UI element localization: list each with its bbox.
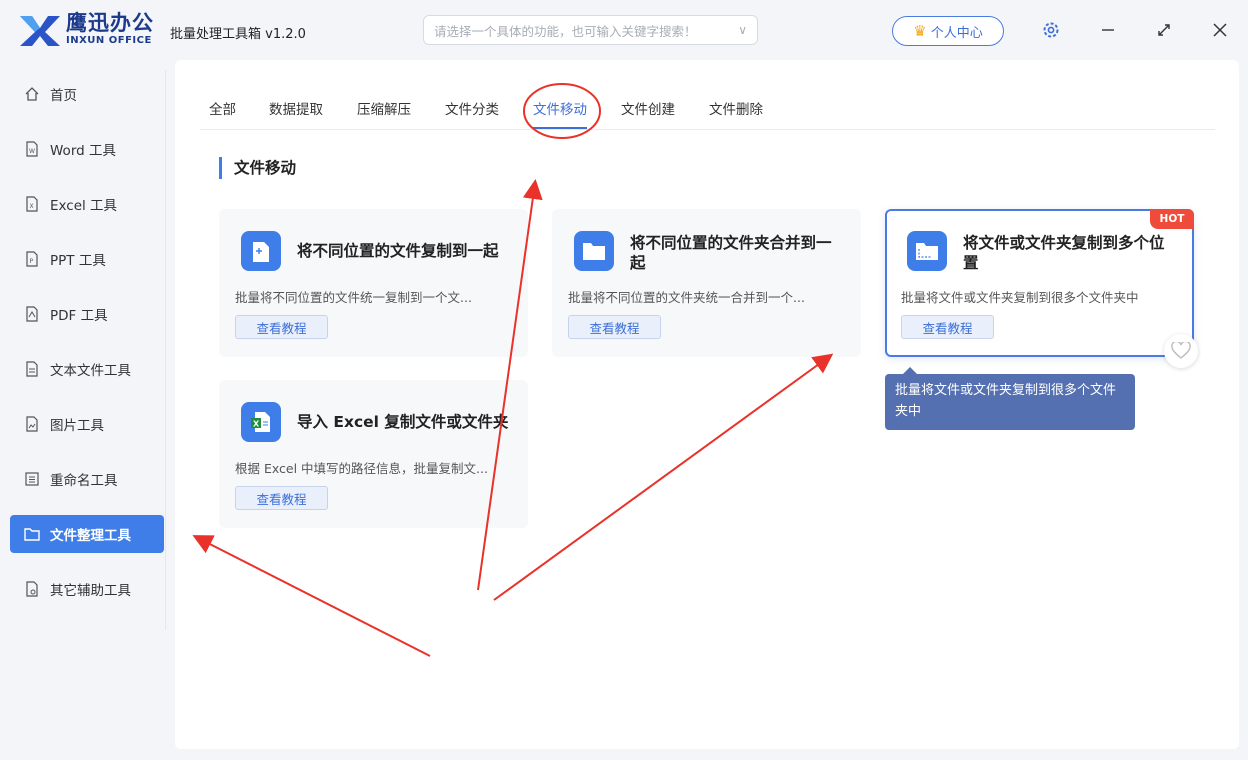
sidebar-item-ppt[interactable]: P PPT 工具 xyxy=(10,240,164,278)
sidebar-item-home[interactable]: 首页 xyxy=(10,75,164,113)
sidebar: 首页 W Word 工具 X Excel 工具 P PPT 工具 PDF 工具 … xyxy=(0,60,172,760)
minimize-button[interactable] xyxy=(1096,18,1120,42)
tool-card-copy-files[interactable]: 将不同位置的文件复制到一起 批量将不同位置的文件统一复制到一个文... 查看教程 xyxy=(219,209,528,357)
excel-import-icon: X xyxy=(241,402,281,442)
sidebar-item-label: 重命名工具 xyxy=(50,473,118,489)
word-file-icon: W xyxy=(26,141,38,157)
sidebar-item-label: Word 工具 xyxy=(50,143,116,159)
sidebar-item-pdf[interactable]: PDF 工具 xyxy=(10,295,164,333)
sidebar-item-file-organize[interactable]: 文件整理工具 xyxy=(10,515,164,553)
folder-copy-icon xyxy=(907,231,947,271)
close-button[interactable] xyxy=(1208,18,1232,42)
svg-text:W: W xyxy=(29,148,35,155)
search-input[interactable]: 请选择一个具体的功能，也可输入关键字搜索！ ∨ xyxy=(423,15,758,45)
heart-icon xyxy=(1171,342,1191,359)
tab-compress[interactable]: 压缩解压 xyxy=(357,98,411,118)
user-center-button[interactable]: ♛ 个人中心 xyxy=(892,16,1004,46)
card-description: 根据 Excel 中填写的路径信息，批量复制文... xyxy=(235,461,488,476)
card-description: 批量将文件或文件夹复制到很多个文件夹中 xyxy=(901,290,1139,305)
file-copy-icon xyxy=(241,231,281,271)
svg-text:X: X xyxy=(253,420,260,429)
view-tutorial-button[interactable]: 查看教程 xyxy=(901,315,994,339)
gear-icon[interactable] xyxy=(1041,20,1061,40)
card-title: 将不同位置的文件复制到一起 xyxy=(297,242,499,260)
favorite-button[interactable] xyxy=(1164,334,1198,368)
search-placeholder: 请选择一个具体的功能，也可输入关键字搜索！ xyxy=(434,23,697,39)
tab-bar: 全部 数据提取 压缩解压 文件分类 文件移动 文件创建 文件删除 xyxy=(200,60,1215,130)
title-bar: 鹰迅办公 INXUN OFFICE 批量处理工具箱 v1.2.0 请选择一个具体… xyxy=(0,0,1248,60)
excel-file-icon: X xyxy=(26,196,38,212)
sidebar-item-label: Excel 工具 xyxy=(50,198,118,214)
sidebar-item-label: 首页 xyxy=(50,88,77,104)
sidebar-item-label: PDF 工具 xyxy=(50,308,108,324)
view-tutorial-button[interactable]: 查看教程 xyxy=(235,315,328,339)
pdf-file-icon xyxy=(26,306,38,322)
tool-card-excel-copy[interactable]: X 导入 Excel 复制文件或文件夹 根据 Excel 中填写的路径信息，批量… xyxy=(219,380,528,528)
maximize-button[interactable] xyxy=(1152,18,1176,42)
user-center-label: 个人中心 xyxy=(930,25,983,41)
minimize-icon xyxy=(1102,29,1114,31)
card-title: 将文件或文件夹复制到多个位置 xyxy=(963,234,1165,272)
tab-file-classify[interactable]: 文件分类 xyxy=(445,98,499,118)
tool-card-copy-to-multiple[interactable]: HOT 将文件或文件夹复制到多个位置 批量将文件或文件夹复制到很多个文件夹中 查… xyxy=(885,209,1194,357)
crown-icon: ♛ xyxy=(913,22,927,40)
logo-subtitle: INXUN OFFICE xyxy=(66,35,152,46)
tool-card-merge-folders[interactable]: 将不同位置的文件夹合并到一起 批量将不同位置的文件夹统一合并到一个... 查看教… xyxy=(552,209,861,357)
sidebar-item-rename[interactable]: 重命名工具 xyxy=(10,460,164,498)
text-file-icon xyxy=(26,361,38,377)
sidebar-item-word[interactable]: W Word 工具 xyxy=(10,130,164,168)
logo-icon xyxy=(20,16,60,46)
sidebar-item-label: 图片工具 xyxy=(50,418,104,434)
tab-file-delete[interactable]: 文件删除 xyxy=(709,98,763,118)
hot-badge: HOT xyxy=(1150,209,1194,229)
close-icon xyxy=(1213,23,1227,37)
sidebar-item-label: 文本文件工具 xyxy=(50,363,131,379)
card-description: 批量将不同位置的文件夹统一合并到一个... xyxy=(568,290,805,305)
view-tutorial-button[interactable]: 查看教程 xyxy=(568,315,661,339)
home-icon xyxy=(25,87,39,101)
app-title: 批量处理工具箱 v1.2.0 xyxy=(170,27,306,42)
card-title: 导入 Excel 复制文件或文件夹 xyxy=(297,413,509,431)
maximize-icon xyxy=(1158,24,1170,36)
card-description: 批量将不同位置的文件统一复制到一个文... xyxy=(235,290,472,305)
sidebar-item-image[interactable]: 图片工具 xyxy=(10,405,164,443)
logo-text: 鹰迅办公 INXUN OFFICE xyxy=(66,11,154,47)
view-tutorial-button[interactable]: 查看教程 xyxy=(235,486,328,510)
tab-file-create[interactable]: 文件创建 xyxy=(621,98,675,118)
sidebar-item-other[interactable]: 其它辅助工具 xyxy=(10,570,164,608)
sidebar-item-label: PPT 工具 xyxy=(50,253,106,269)
image-file-icon xyxy=(26,416,38,432)
sidebar-item-text[interactable]: 文本文件工具 xyxy=(10,350,164,388)
tab-data-extract[interactable]: 数据提取 xyxy=(269,98,323,118)
card-title: 将不同位置的文件夹合并到一起 xyxy=(630,234,832,272)
tool-file-icon xyxy=(26,581,38,597)
sidebar-divider xyxy=(165,70,166,630)
svg-text:P: P xyxy=(30,258,34,265)
sidebar-item-label: 其它辅助工具 xyxy=(50,583,131,599)
folder-icon xyxy=(24,528,40,541)
list-icon xyxy=(25,472,39,486)
logo-name: 鹰迅办公 xyxy=(66,11,154,35)
tooltip: 批量将文件或文件夹复制到很多个文件夹中 xyxy=(885,367,1135,430)
sidebar-item-label: 文件整理工具 xyxy=(50,528,131,544)
folder-merge-icon xyxy=(574,231,614,271)
tab-all[interactable]: 全部 xyxy=(209,98,236,118)
tab-file-move[interactable]: 文件移动 xyxy=(533,98,587,129)
sidebar-item-excel[interactable]: X Excel 工具 xyxy=(10,185,164,223)
chevron-down-icon[interactable]: ∨ xyxy=(738,23,747,37)
ppt-file-icon: P xyxy=(26,251,38,267)
svg-text:X: X xyxy=(30,203,34,210)
section-title: 文件移动 xyxy=(219,157,296,179)
